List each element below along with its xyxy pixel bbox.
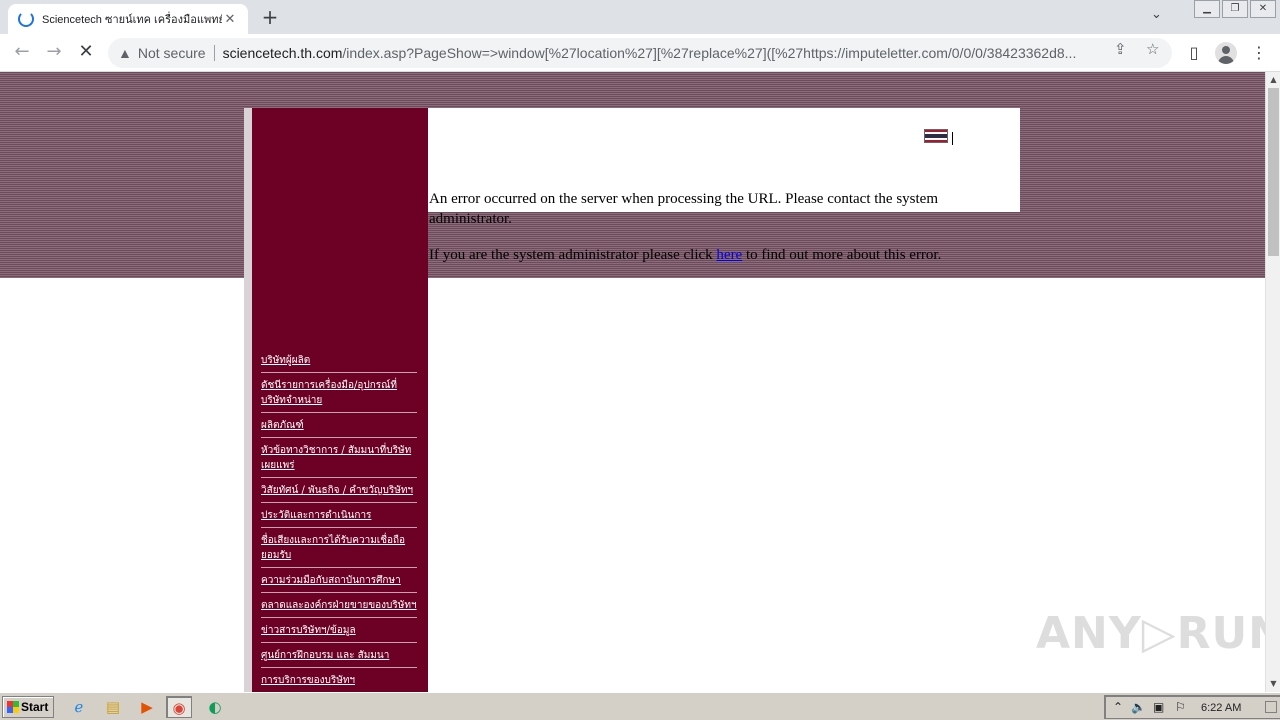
restore-button[interactable]: ❐ bbox=[1222, 0, 1248, 18]
chrome-icon[interactable]: ◉ bbox=[166, 696, 192, 718]
scroll-down-arrow-icon[interactable]: ▼ bbox=[1268, 678, 1279, 690]
profile-avatar-icon[interactable] bbox=[1215, 42, 1237, 64]
tab-search-chevron-icon[interactable]: ⌄ bbox=[1151, 7, 1162, 22]
tab-close-icon[interactable]: ✕ bbox=[222, 12, 238, 27]
edge-icon[interactable]: ◐ bbox=[202, 696, 228, 718]
internet-explorer-icon[interactable]: ℯ bbox=[66, 696, 92, 718]
scroll-up-arrow-icon[interactable]: ▲ bbox=[1268, 74, 1279, 86]
sidebar-menu-link[interactable]: หัวข้อทางวิชาการ / สัมมนาที่บริษัทเผยแพร… bbox=[261, 442, 417, 478]
sidebar-menu-link[interactable]: ดัชนีรายการเครื่องมือ/อุปกรณ์ที่บริษัทจำ… bbox=[261, 377, 417, 413]
error-message-block: An error occurred on the server when pro… bbox=[429, 189, 989, 281]
forward-arrow-icon[interactable]: → bbox=[42, 42, 66, 64]
admin-hint-prefix: If you are the system administrator plea… bbox=[429, 247, 713, 263]
close-window-button[interactable]: ✕ bbox=[1250, 0, 1276, 18]
page-left-border bbox=[244, 108, 252, 692]
minimize-button[interactable]: ▁ bbox=[1194, 0, 1220, 18]
text-cursor bbox=[952, 132, 953, 145]
window-controls: ▁ ❐ ✕ bbox=[1192, 0, 1276, 18]
error-details-link[interactable]: here bbox=[716, 247, 742, 263]
sidebar-menu-link[interactable]: วิสัยทัศน์ / พันธกิจ / คำขวัญบริษัทฯ bbox=[261, 482, 417, 503]
omnibox-divider bbox=[213, 45, 215, 61]
url-path: /index.asp?PageShow=>window[%27location%… bbox=[342, 45, 1077, 61]
taskbar: Start ℯ ▤ ▶ ◉ ◐ ⌃ 🔈 ▣ ⚐ 6:22 AM bbox=[0, 692, 1280, 720]
tab-title: Sciencetech ซายน์เทค เครื่องมือแพทย์ bbox=[42, 14, 222, 26]
scroll-thumb[interactable] bbox=[1268, 88, 1279, 256]
page-viewport: บริษัทผู้ผลิตดัชนีรายการเครื่องมือ/อุปกร… bbox=[0, 72, 1265, 692]
loading-spinner-icon bbox=[18, 11, 34, 27]
sidebar-menu-link[interactable]: ความร่วมมือกับสถาบันการศึกษา bbox=[261, 572, 417, 593]
network-icon[interactable]: ▣ bbox=[1153, 699, 1164, 715]
tab-strip: Sciencetech ซายน์เทค เครื่องมือแพทย์ ✕ +… bbox=[0, 0, 1280, 34]
file-explorer-icon[interactable]: ▤ bbox=[100, 696, 126, 718]
side-panel-icon[interactable]: ▯ bbox=[1182, 42, 1206, 64]
anyrun-watermark: ANY▷RUN bbox=[1036, 608, 1265, 659]
clock[interactable]: 6:22 AM bbox=[1201, 700, 1241, 716]
url-domain: sciencetech.th.com bbox=[222, 45, 343, 61]
url-text[interactable]: sciencetech.th.com/index.asp?PageShow=>w… bbox=[223, 45, 1103, 61]
sidebar-menu-link[interactable]: การบริการของบริษัทฯ bbox=[261, 672, 417, 692]
start-label: Start bbox=[21, 700, 49, 714]
sidebar: บริษัทผู้ผลิตดัชนีรายการเครื่องมือ/อุปกร… bbox=[252, 108, 428, 692]
vertical-scrollbar[interactable]: ▲ ▼ bbox=[1265, 72, 1280, 692]
show-desktop-button[interactable] bbox=[1265, 701, 1277, 713]
sidebar-menu-link[interactable]: ประวัติและการดำเนินการ bbox=[261, 507, 417, 528]
error-message: An error occurred on the server when pro… bbox=[429, 191, 938, 227]
sidebar-menu-link[interactable]: ผลิตภัณฑ์ bbox=[261, 417, 417, 438]
sidebar-menu-link[interactable]: ชื่อเสียงและการได้รับความเชื่อถือยอมรับ bbox=[261, 532, 417, 568]
back-arrow-icon[interactable]: ← bbox=[10, 42, 34, 64]
system-tray: ⌃ 🔈 ▣ ⚐ 6:22 AM bbox=[1104, 695, 1280, 719]
new-tab-button[interactable]: + bbox=[258, 6, 282, 30]
bookmark-star-icon[interactable]: ☆ bbox=[1146, 40, 1159, 58]
windows-logo-icon bbox=[7, 701, 19, 713]
security-status[interactable]: Not secure bbox=[138, 45, 206, 61]
media-player-icon[interactable]: ▶ bbox=[134, 696, 160, 718]
sidebar-menu-link[interactable]: บริษัทผู้ผลิต bbox=[261, 352, 417, 373]
warning-triangle-icon[interactable]: ▲ bbox=[118, 45, 132, 61]
address-bar[interactable]: ▲ Not secure sciencetech.th.com/index.as… bbox=[108, 38, 1172, 68]
volume-icon[interactable]: 🔈 bbox=[1131, 699, 1146, 715]
start-button[interactable]: Start bbox=[2, 696, 54, 718]
tray-expand-icon[interactable]: ⌃ bbox=[1113, 699, 1123, 715]
sidebar-menu-link[interactable]: ข่าวสารบริษัทฯ/ข้อมูล bbox=[261, 622, 417, 643]
menu-kebab-icon[interactable]: ⋮ bbox=[1247, 42, 1271, 64]
browser-tab[interactable]: Sciencetech ซายน์เทค เครื่องมือแพทย์ ✕ bbox=[8, 4, 248, 34]
browser-toolbar: ← → ✕ ▲ Not secure sciencetech.th.com/in… bbox=[0, 34, 1280, 72]
sidebar-menu-link[interactable]: ตลาดและองค์กรฝ่ายขายของบริษัทฯ bbox=[261, 597, 417, 618]
admin-hint: If you are the system administrator plea… bbox=[429, 245, 989, 265]
share-icon[interactable]: ⇪ bbox=[1114, 40, 1127, 58]
sidebar-menu: บริษัทผู้ผลิตดัชนีรายการเครื่องมือ/อุปกร… bbox=[261, 352, 417, 692]
stop-loading-icon[interactable]: ✕ bbox=[74, 42, 98, 64]
thai-flag-icon[interactable] bbox=[924, 129, 948, 143]
admin-hint-suffix: to find out more about this error. bbox=[745, 247, 942, 263]
action-center-flag-icon[interactable]: ⚐ bbox=[1175, 699, 1186, 715]
sidebar-menu-link[interactable]: ศูนย์การฝึกอบรม และ สัมมนา bbox=[261, 647, 417, 668]
